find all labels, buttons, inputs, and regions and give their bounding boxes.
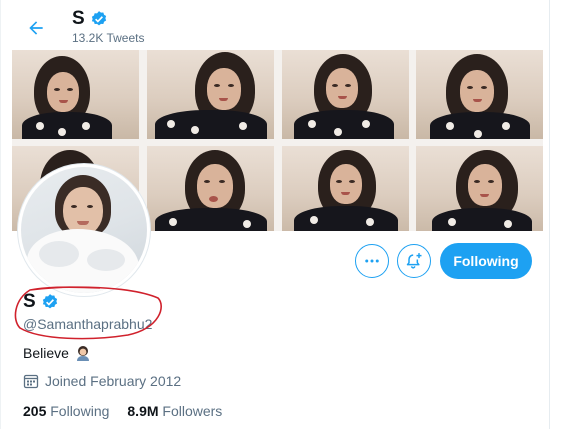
more-button[interactable]: [355, 244, 389, 278]
left-border: [0, 0, 1, 429]
verified-badge-icon: [42, 294, 57, 309]
followers-stat-link[interactable]: 8.9M Followers: [127, 403, 222, 419]
banner-photo: [12, 50, 139, 139]
following-button[interactable]: Following: [440, 243, 532, 279]
header-name: S: [72, 8, 85, 29]
tweet-count: 13.2K Tweets: [72, 31, 145, 45]
arrow-left-icon: [29, 21, 43, 35]
banner-photo: [416, 146, 543, 231]
woman-emoji-icon: [76, 346, 89, 361]
banner-photo: [282, 146, 409, 231]
right-border: [549, 0, 550, 429]
verified-badge-icon: [91, 11, 106, 26]
notifications-button[interactable]: [397, 244, 431, 278]
bio-text: Believe: [23, 345, 69, 361]
following-count: 205: [23, 403, 47, 419]
banner-photo: [147, 50, 274, 139]
followers-count: 8.9M: [127, 403, 159, 419]
profile-name: S: [23, 291, 59, 313]
calendar-icon: [23, 374, 39, 389]
bell-plus-icon: [406, 253, 422, 269]
profile-bio: Believe: [23, 345, 91, 361]
following-stat-link[interactable]: 205 Following: [23, 403, 109, 419]
banner-photo: [282, 50, 409, 139]
profile-avatar[interactable]: [18, 164, 150, 296]
profile-name-text: S: [23, 291, 36, 312]
profile-stats: 205 Following 8.9M Followers: [23, 403, 222, 419]
banner-photo: [147, 146, 274, 231]
back-button[interactable]: [22, 14, 50, 42]
followers-label: Followers: [162, 403, 223, 419]
following-label: Following: [50, 403, 110, 419]
profile-handle: @Samanthaprabhu2: [23, 316, 153, 332]
banner-photo: [416, 50, 543, 139]
joined-text: Joined February 2012: [45, 373, 182, 389]
profile-joined: Joined February 2012: [23, 373, 181, 389]
header-title: S: [72, 8, 108, 30]
more-dots-icon: [365, 259, 379, 263]
